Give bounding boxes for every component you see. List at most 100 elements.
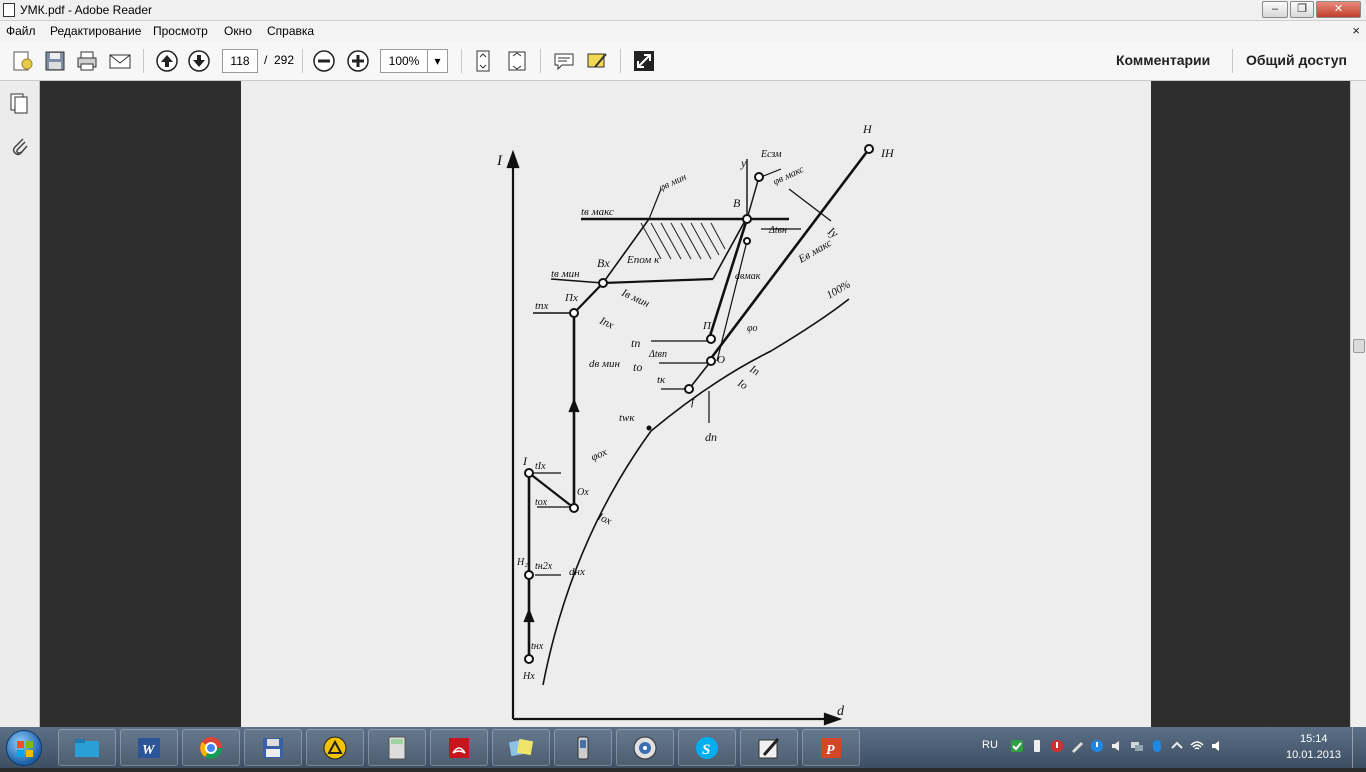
label-t-v-maks: tв макс xyxy=(581,206,614,218)
toolbar-separator xyxy=(1232,49,1233,73)
label-t-v-min: tв мин xyxy=(551,268,580,280)
toolbar-separator xyxy=(620,49,621,73)
clock-date[interactable]: 10.01.2013 xyxy=(1286,749,1341,761)
menu-window[interactable]: Окно xyxy=(224,24,252,38)
label-I-H: IН xyxy=(880,146,895,160)
zoom-dropdown-chevron-down-icon[interactable]: ▾ xyxy=(427,49,448,73)
document-close-icon[interactable]: × xyxy=(1352,23,1360,38)
volume-icon[interactable] xyxy=(1110,739,1124,753)
share-panel-link[interactable]: Общий доступ xyxy=(1246,52,1347,68)
previous-page-icon[interactable] xyxy=(154,48,180,74)
save-icon[interactable] xyxy=(42,48,68,74)
media-disc-taskbar-icon[interactable] xyxy=(616,729,674,766)
label-t-k: tк xyxy=(657,374,666,386)
label-d-n: dп xyxy=(705,430,717,444)
page-separator: / xyxy=(264,53,268,67)
calculator-taskbar-icon[interactable] xyxy=(368,729,426,766)
label-eps-ezm: Eсзм xyxy=(760,149,782,160)
skype-taskbar-icon[interactable]: S xyxy=(678,729,736,766)
phone-taskbar-icon[interactable] xyxy=(554,729,612,766)
language-indicator[interactable]: RU xyxy=(982,739,998,751)
saturation-curve xyxy=(542,298,850,686)
vertical-scrollbar[interactable] xyxy=(1350,81,1366,727)
zoom-in-icon[interactable] xyxy=(345,48,371,74)
toolbar-separator xyxy=(302,49,303,73)
label-I-v-min: Iв мин xyxy=(619,286,652,310)
wifi-icon[interactable] xyxy=(1190,739,1204,753)
next-page-icon[interactable] xyxy=(186,48,212,74)
psychrometric-diagram: I d H IН y Eсзм φв макс φв мин B tв макс… xyxy=(496,122,895,726)
print-icon[interactable] xyxy=(74,48,100,74)
label-eps-pom-k: Eпом к xyxy=(626,254,660,266)
label-P-x: Пх xyxy=(564,292,578,304)
label-phi-v-maks: φв макс xyxy=(772,164,807,188)
adobe-reader-taskbar-icon[interactable] xyxy=(430,729,488,766)
maximize-button[interactable]: ❐ xyxy=(1290,1,1314,18)
page-total: 292 xyxy=(274,53,295,67)
start-button[interactable] xyxy=(6,730,42,766)
label-P: П xyxy=(702,320,712,332)
label-H2: Н₂ xyxy=(516,557,528,568)
label-eps-v-maks: Eв макс xyxy=(796,237,834,266)
email-icon[interactable] xyxy=(107,48,133,74)
minimize-button[interactable]: – xyxy=(1262,1,1288,18)
app-triangle-taskbar-icon[interactable] xyxy=(306,729,364,766)
close-button[interactable]: ✕ xyxy=(1316,1,1361,18)
network-map-taskbar-icon[interactable] xyxy=(492,729,550,766)
comments-panel-link[interactable]: Комментарии xyxy=(1116,52,1210,68)
d-axis-label: d xyxy=(837,704,845,719)
label-t-ox: tох xyxy=(535,497,548,508)
power-icon[interactable] xyxy=(1090,739,1104,753)
taskbar: W S P RU 15:14 10.01.2013 xyxy=(0,727,1366,768)
page-thumbnails-icon[interactable] xyxy=(8,91,30,120)
label-I-n: Iп xyxy=(747,363,762,379)
show-desktop-button[interactable] xyxy=(1352,727,1366,768)
floppy-taskbar-icon[interactable] xyxy=(244,729,302,766)
scroll-mode-icon[interactable] xyxy=(470,48,496,74)
fit-page-icon[interactable] xyxy=(504,48,530,74)
chrome-taskbar-icon[interactable] xyxy=(182,729,240,766)
create-pdf-icon[interactable] xyxy=(9,48,35,74)
tray-icons xyxy=(1010,739,1224,753)
network-icon[interactable] xyxy=(1130,739,1144,753)
svg-text:P: P xyxy=(826,743,835,758)
full-screen-icon[interactable] xyxy=(631,48,657,74)
label-B-x: Bх xyxy=(597,256,610,270)
label-delta-t-bn: Δtвн xyxy=(768,225,787,236)
menu-edit[interactable]: Редактирование xyxy=(50,24,141,38)
zoom-level-field[interactable]: 100% xyxy=(380,49,428,73)
label-y: y xyxy=(740,156,747,170)
explorer-taskbar-icon[interactable] xyxy=(58,729,116,766)
toolbar-separator xyxy=(461,49,462,73)
clock-time[interactable]: 15:14 xyxy=(1300,733,1328,745)
label-t-n: tп xyxy=(631,336,640,350)
menu-file[interactable]: Файл xyxy=(6,24,36,38)
navigation-panel xyxy=(0,81,40,727)
warning-icon[interactable] xyxy=(1050,739,1064,753)
highlight-pen-icon[interactable] xyxy=(584,48,610,74)
scrollbar-thumb[interactable] xyxy=(1353,339,1365,353)
powerpoint-taskbar-icon[interactable]: P xyxy=(802,729,860,766)
comment-icon[interactable] xyxy=(551,48,577,74)
menu-bar: Файл Редактирование Просмотр Окно Справк… xyxy=(0,21,1366,41)
label-d-b-max: dвмак xyxy=(735,271,761,282)
security-check-icon[interactable] xyxy=(1010,739,1024,753)
svg-text:W: W xyxy=(142,743,156,758)
pen-icon[interactable] xyxy=(1070,739,1084,753)
usb-drive-icon[interactable] xyxy=(1030,739,1044,753)
menu-view[interactable]: Просмотр xyxy=(153,24,208,38)
editor-taskbar-icon[interactable] xyxy=(740,729,798,766)
label-I: I xyxy=(522,454,528,468)
label-H-x: Нх xyxy=(522,671,535,682)
zoom-out-icon[interactable] xyxy=(311,48,337,74)
speaker-icon[interactable] xyxy=(1210,739,1224,753)
i-axis-label: I xyxy=(496,153,503,169)
menu-help[interactable]: Справка xyxy=(267,24,314,38)
word-taskbar-icon[interactable]: W xyxy=(120,729,178,766)
bluetooth-icon[interactable] xyxy=(1150,739,1164,753)
label-t-n2x: tн2х xyxy=(535,561,553,572)
attachments-paperclip-icon[interactable] xyxy=(8,133,30,162)
page-number-input[interactable]: 118 xyxy=(222,49,258,73)
sync-icon[interactable] xyxy=(1170,739,1184,753)
state-points xyxy=(524,144,874,664)
